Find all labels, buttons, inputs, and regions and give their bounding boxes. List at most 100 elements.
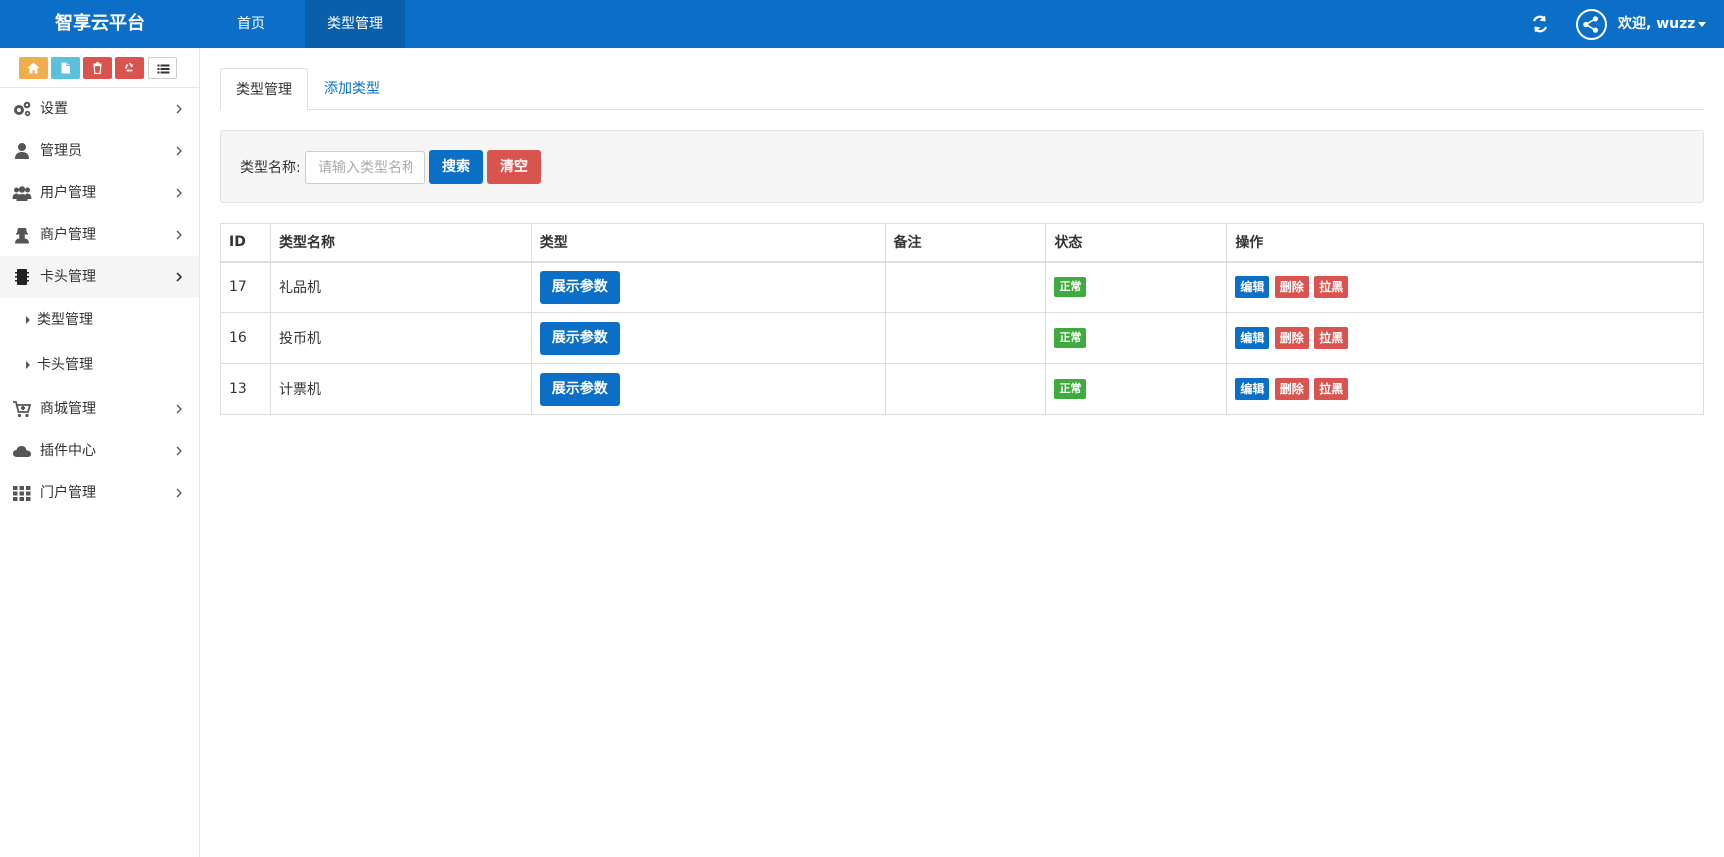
sidebar-item-users[interactable]: 用户管理	[0, 172, 199, 214]
status-badge: 正常	[1054, 277, 1087, 298]
tab-add-type[interactable]: 添加类型	[309, 68, 395, 110]
sidebar-item-mall[interactable]: 商城管理	[0, 388, 199, 430]
show-params-button[interactable]: 展示参数	[539, 270, 620, 304]
edit-button[interactable]: 编辑	[1235, 327, 1270, 349]
trash-icon	[93, 62, 102, 74]
delete-button[interactable]: 删除	[1274, 378, 1309, 400]
card-reader-icon	[15, 269, 29, 285]
refresh-icon[interactable]	[1530, 14, 1550, 34]
gears-icon	[14, 101, 31, 117]
cell-id: 13	[220, 363, 271, 415]
caret-down-icon	[1698, 21, 1707, 27]
cell-actions: 编辑 删除 拉黑	[1226, 261, 1704, 313]
chevron-right-icon	[176, 272, 183, 282]
cell-status: 正常	[1045, 261, 1228, 313]
column-header-type-name: 类型名称	[269, 223, 532, 263]
column-header-actions: 操作	[1226, 223, 1704, 263]
column-header-status: 状态	[1045, 223, 1228, 263]
user-greeting: 欢迎, wuzz	[1618, 16, 1696, 32]
top-navbar: 智享云平台 首页 类型管理 欢迎, wuzz	[0, 0, 1724, 48]
edit-button[interactable]: 编辑	[1235, 276, 1270, 299]
chevron-right-icon	[176, 188, 182, 198]
cell-type: 展示参数	[530, 261, 886, 313]
sidebar-subitem-label: 类型管理	[37, 312, 93, 328]
chevron-right-icon	[176, 446, 182, 456]
cell-actions: 编辑 删除 拉黑	[1226, 363, 1704, 415]
search-label: 类型名称:	[240, 160, 301, 176]
list-shortcut-button[interactable]	[148, 57, 177, 79]
sidebar-item-label: 插件中心	[40, 443, 96, 459]
cell-remark	[884, 363, 1047, 415]
sidebar-subitem-type-management[interactable]: 类型管理	[0, 298, 199, 343]
search-button[interactable]: 搜索	[429, 150, 483, 184]
recycle-icon	[124, 62, 134, 73]
trash-shortcut-button[interactable]	[83, 57, 112, 79]
nav-link-type-management[interactable]: 类型管理	[305, 0, 405, 48]
type-table: ID 类型名称 类型 备注 状态 操作 17 礼品机 展示参数 正常 编辑 删除…	[220, 223, 1704, 415]
user-icon	[15, 143, 29, 159]
chevron-right-icon	[176, 488, 182, 498]
sidebar-item-label: 商城管理	[40, 401, 96, 417]
avatar[interactable]	[1576, 9, 1607, 40]
sidebar-item-label: 卡头管理	[40, 269, 96, 285]
table-row: 16 投币机 展示参数 正常 编辑 删除 拉黑	[220, 312, 1704, 364]
cell-type-name: 礼品机	[269, 261, 532, 313]
table-header-row: ID 类型名称 类型 备注 状态 操作	[220, 223, 1704, 263]
blacklist-button[interactable]: 拉黑	[1314, 327, 1349, 349]
delete-button[interactable]: 删除	[1274, 327, 1309, 349]
type-name-search-input[interactable]	[305, 151, 425, 184]
table-row: 13 计票机 展示参数 正常 编辑 删除 拉黑	[220, 363, 1704, 415]
list-icon	[157, 64, 170, 74]
show-params-button[interactable]: 展示参数	[539, 321, 620, 355]
blacklist-button[interactable]: 拉黑	[1314, 378, 1349, 400]
sidebar-item-card-head[interactable]: 卡头管理	[0, 256, 199, 298]
sidebar-subitem-card-management[interactable]: 卡头管理	[0, 343, 199, 388]
sidebar-subitem-label: 卡头管理	[37, 357, 93, 373]
sidebar-item-admin[interactable]: 管理员	[0, 130, 199, 172]
sidebar-item-label: 设置	[40, 101, 68, 117]
sidebar-item-label: 用户管理	[40, 185, 96, 201]
status-badge: 正常	[1054, 328, 1087, 348]
file-shortcut-button[interactable]	[51, 57, 80, 79]
column-header-type: 类型	[530, 223, 886, 263]
status-badge: 正常	[1054, 379, 1087, 399]
tab-type-management[interactable]: 类型管理	[220, 68, 308, 110]
cell-type-name: 计票机	[269, 363, 532, 415]
cell-status: 正常	[1045, 312, 1228, 364]
chevron-right-icon	[176, 404, 182, 414]
recycle-shortcut-button[interactable]	[115, 57, 144, 79]
delete-button[interactable]: 删除	[1274, 276, 1309, 299]
column-header-id: ID	[220, 223, 271, 263]
chevron-right-icon	[176, 230, 182, 240]
sidebar-item-label: 商户管理	[40, 227, 96, 243]
cell-type: 展示参数	[530, 312, 886, 364]
edit-button[interactable]: 编辑	[1235, 378, 1270, 400]
cell-type-name: 投币机	[269, 312, 532, 364]
cell-id: 17	[220, 261, 271, 313]
sidebar-item-label: 管理员	[40, 143, 82, 159]
clear-button[interactable]: 清空	[487, 150, 541, 184]
home-shortcut-button[interactable]	[19, 57, 48, 79]
column-header-remark: 备注	[884, 223, 1047, 263]
blacklist-button[interactable]: 拉黑	[1314, 276, 1349, 299]
chevron-right-icon	[176, 104, 182, 114]
cell-id: 16	[220, 312, 271, 364]
user-menu[interactable]: 欢迎, wuzz	[1618, 0, 1707, 48]
cart-icon	[13, 401, 32, 418]
cell-remark	[884, 261, 1047, 313]
sidebar-item-settings[interactable]: 设置	[0, 88, 199, 130]
grid-icon	[13, 486, 31, 501]
sidebar-item-plugins[interactable]: 插件中心	[0, 430, 199, 472]
sidebar-item-merchants[interactable]: 商户管理	[0, 214, 199, 256]
show-params-button[interactable]: 展示参数	[539, 372, 620, 406]
sidebar: 设置 管理员 用户管理 商户管理 卡头管理 类型管理 卡头管理 商城管理 插件中…	[0, 48, 200, 857]
brand-title[interactable]: 智享云平台	[0, 0, 200, 48]
merchant-icon	[15, 228, 29, 244]
sidebar-item-portal[interactable]: 门户管理	[0, 472, 199, 514]
nav-link-home[interactable]: 首页	[218, 0, 284, 48]
file-icon	[61, 62, 70, 74]
cell-actions: 编辑 删除 拉黑	[1226, 312, 1704, 364]
cell-type: 展示参数	[530, 363, 886, 415]
caret-right-icon	[26, 361, 30, 369]
table-row: 17 礼品机 展示参数 正常 编辑 删除 拉黑	[220, 261, 1704, 313]
